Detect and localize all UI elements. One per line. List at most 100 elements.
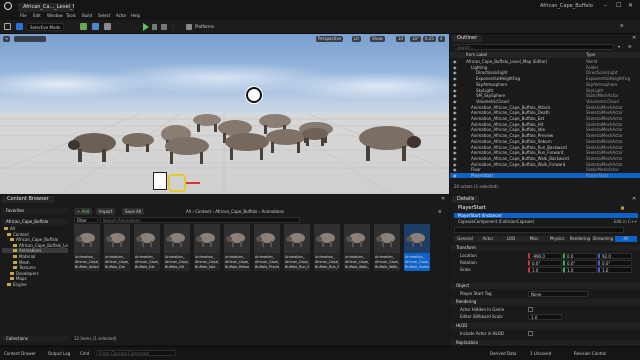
output-log-button[interactable]: Output Log bbox=[48, 351, 70, 356]
location-y-field[interactable]: 0.0 bbox=[563, 253, 597, 259]
rotation-x-field[interactable]: 0.0° bbox=[528, 260, 562, 266]
scale-x-field[interactable]: 1.0 bbox=[528, 267, 562, 273]
scale-z-field[interactable]: 1.0 bbox=[598, 267, 632, 273]
folder-tree-item[interactable]: Textures bbox=[2, 265, 68, 270]
visibility-eye-icon[interactable]: ◉ bbox=[453, 145, 457, 150]
details-filter-tab[interactable]: Misc bbox=[523, 236, 545, 242]
outliner-row[interactable]: ◉ PlayerStart PlayerStart bbox=[450, 173, 640, 178]
revision-control-button[interactable]: Revision Control bbox=[574, 351, 606, 356]
details-tab[interactable]: Details bbox=[452, 196, 480, 203]
stop-icon[interactable] bbox=[161, 24, 167, 30]
sequencer-icon[interactable] bbox=[104, 23, 111, 30]
rotation-snap-value[interactable]: 10° bbox=[410, 36, 422, 42]
outliner-row[interactable]: ◉ Animation_African_Cape_Buffalo_Walk_Bac… bbox=[450, 156, 640, 161]
folder-tree-item[interactable]: Developers bbox=[2, 271, 68, 276]
include-hlod-checkbox[interactable] bbox=[528, 331, 533, 336]
menu-window[interactable]: Window bbox=[47, 13, 63, 18]
close-icon[interactable]: ✕ bbox=[628, 2, 633, 9]
outliner-row[interactable]: ◉ VolumetricCloud VolumetricCloud bbox=[450, 99, 640, 104]
rotation-y-field[interactable]: 0.0° bbox=[563, 260, 597, 266]
details-close-icon[interactable]: ✕ bbox=[632, 196, 636, 202]
folder-tree-item[interactable]: Mesh bbox=[2, 260, 68, 265]
outliner-row[interactable]: ◉ Animation_African_Cape_Buffalo_Run_Back… bbox=[450, 145, 640, 150]
details-filter-tab[interactable]: Actor bbox=[477, 236, 499, 242]
outliner-row[interactable]: ◉ Animation_African_Cape_Buffalo_Idle Skel… bbox=[450, 127, 640, 132]
visibility-eye-icon[interactable]: ◉ bbox=[453, 156, 457, 161]
player-start-tag-field[interactable]: None bbox=[528, 291, 588, 297]
minimize-icon[interactable]: – bbox=[604, 2, 607, 9]
asset-tile[interactable]: Animation_ African_Cape_ Buffalo_Idle bbox=[194, 224, 220, 271]
asset-tile[interactable]: Animation_ African_Cape_ Buffalo_Hit bbox=[164, 224, 190, 271]
component-instance-row[interactable]: PlayerStart (Instance) bbox=[454, 213, 638, 218]
details-filter-tab[interactable]: LOD bbox=[500, 236, 522, 242]
outliner-filter-icon[interactable]: ▾ bbox=[618, 44, 620, 49]
visibility-eye-icon[interactable]: ◉ bbox=[453, 110, 457, 115]
save-all-button[interactable]: Save All bbox=[122, 208, 145, 215]
folder-tree-item[interactable]: African_Cape_Buffalo_Level bbox=[2, 243, 68, 248]
rendering-section[interactable]: Rendering bbox=[450, 299, 640, 305]
visibility-eye-icon[interactable]: ◉ bbox=[453, 82, 457, 87]
show-dropdown[interactable]: Show bbox=[370, 36, 385, 42]
visibility-eye-icon[interactable]: ◉ bbox=[453, 105, 457, 110]
column-item-label[interactable]: Item Label bbox=[466, 52, 487, 57]
asset-tile[interactable]: Animation_ African_Cape_ Buffalo_Run_F bbox=[314, 224, 340, 271]
console-command-input[interactable]: Enter Console Command bbox=[96, 350, 176, 356]
menu-tools[interactable]: Tools bbox=[66, 13, 76, 18]
menu-actor[interactable]: Actor bbox=[116, 13, 127, 18]
breadcrumb-item[interactable]: Animations bbox=[262, 209, 284, 214]
outliner-row[interactable]: ◉ Animation_African_Cape_Buffalo_Death Ske… bbox=[450, 110, 640, 115]
asset-tile[interactable]: Animation_ African_Cape_ Buffalo_Attack bbox=[74, 224, 100, 271]
project-section[interactable]: African_Cape_Buffalo bbox=[2, 219, 68, 225]
save-icon[interactable] bbox=[4, 23, 11, 30]
import-button[interactable]: Import bbox=[96, 208, 116, 215]
scale-y-field[interactable]: 1.0 bbox=[563, 267, 597, 273]
visibility-eye-icon[interactable]: ◉ bbox=[453, 116, 457, 121]
visibility-eye-icon[interactable]: ◉ bbox=[453, 88, 457, 93]
outliner-search-input[interactable]: Search... bbox=[454, 44, 614, 50]
content-browser-close-icon[interactable]: ✕ bbox=[441, 196, 445, 202]
asset-tile[interactable]: Animation_ African_Cape_ Buffalo_Walk_B bbox=[344, 224, 370, 271]
visibility-eye-icon[interactable]: ◉ bbox=[453, 70, 457, 75]
outliner-tab[interactable]: Outliner bbox=[452, 35, 483, 42]
hlod-section[interactable]: HLOD bbox=[450, 323, 640, 329]
camera-speed-value[interactable]: 4 bbox=[438, 36, 445, 42]
folder-tree-item[interactable]: Material bbox=[2, 254, 68, 259]
player-start-icon[interactable] bbox=[153, 172, 167, 190]
menu-select[interactable]: Select bbox=[98, 13, 110, 18]
outliner-settings-icon[interactable]: ⚙ bbox=[628, 44, 632, 49]
collections-section[interactable]: Collections bbox=[2, 336, 68, 342]
visibility-eye-icon[interactable]: ◉ bbox=[453, 150, 457, 155]
asset-tile[interactable]: Animation_ African_Cape_ Buffalo_Reborn bbox=[224, 224, 250, 271]
buffalo-actor[interactable] bbox=[160, 134, 214, 164]
transform-section[interactable]: Transform bbox=[450, 245, 640, 251]
details-filter-tab[interactable]: Rendering bbox=[569, 236, 591, 242]
outliner-row[interactable]: ◉ SM_SkySphere StaticMeshActor bbox=[450, 93, 640, 98]
viewport-transform-icons[interactable] bbox=[14, 36, 46, 42]
outliner-row[interactable]: ◉ ExponentialHeightFog ExponentialHeightFo… bbox=[450, 76, 640, 81]
asset-tile[interactable]: Animation_African_Cape_Buffalo_Preview bbox=[254, 224, 280, 271]
visibility-eye-icon[interactable]: ◉ bbox=[453, 133, 457, 138]
edit-in-cpp-link[interactable]: Edit in C++ bbox=[614, 219, 637, 224]
cmd-dropdown[interactable]: Cmd bbox=[80, 351, 89, 356]
visibility-eye-icon[interactable]: ◉ bbox=[453, 127, 457, 132]
column-type[interactable]: Type bbox=[586, 52, 595, 57]
billboard-scale-field[interactable]: 1.0 bbox=[528, 314, 562, 320]
visibility-eye-icon[interactable]: ◉ bbox=[453, 173, 457, 178]
details-filter-tab[interactable]: Streaming bbox=[592, 236, 614, 242]
quick-add-icon[interactable] bbox=[80, 23, 87, 30]
actor-hidden-checkbox[interactable] bbox=[528, 307, 533, 312]
level-viewport[interactable]: ≡ Perspective Lit Show 10 10° 0.25 4 bbox=[0, 34, 449, 194]
outliner-row[interactable]: ◉ DirectionalLight DirectionalLight bbox=[450, 70, 640, 75]
location-z-field[interactable]: 92.0 bbox=[598, 253, 632, 259]
details-filter-tab[interactable]: General bbox=[454, 236, 476, 242]
platforms-icon[interactable] bbox=[186, 24, 192, 30]
outliner-row[interactable]: ◉ Animation_African_Cape_Buffalo_Preview S… bbox=[450, 133, 640, 138]
asset-tile[interactable]: Animation_African_Cape_Buffalo_Skeleton bbox=[404, 224, 430, 271]
component-capsule-row[interactable]: CapsuleComponent (CollisionCapsule) bbox=[458, 219, 534, 224]
outliner-row[interactable]: ◉ Floor StaticMeshActor bbox=[450, 167, 640, 172]
details-lock-icon[interactable]: 🔒 bbox=[620, 205, 625, 210]
blueprint-icon[interactable] bbox=[92, 23, 99, 30]
maximize-icon[interactable]: ☐ bbox=[616, 2, 621, 9]
folder-tree-item[interactable]: Content bbox=[2, 232, 68, 237]
visibility-eye-icon[interactable]: ◉ bbox=[453, 122, 457, 127]
